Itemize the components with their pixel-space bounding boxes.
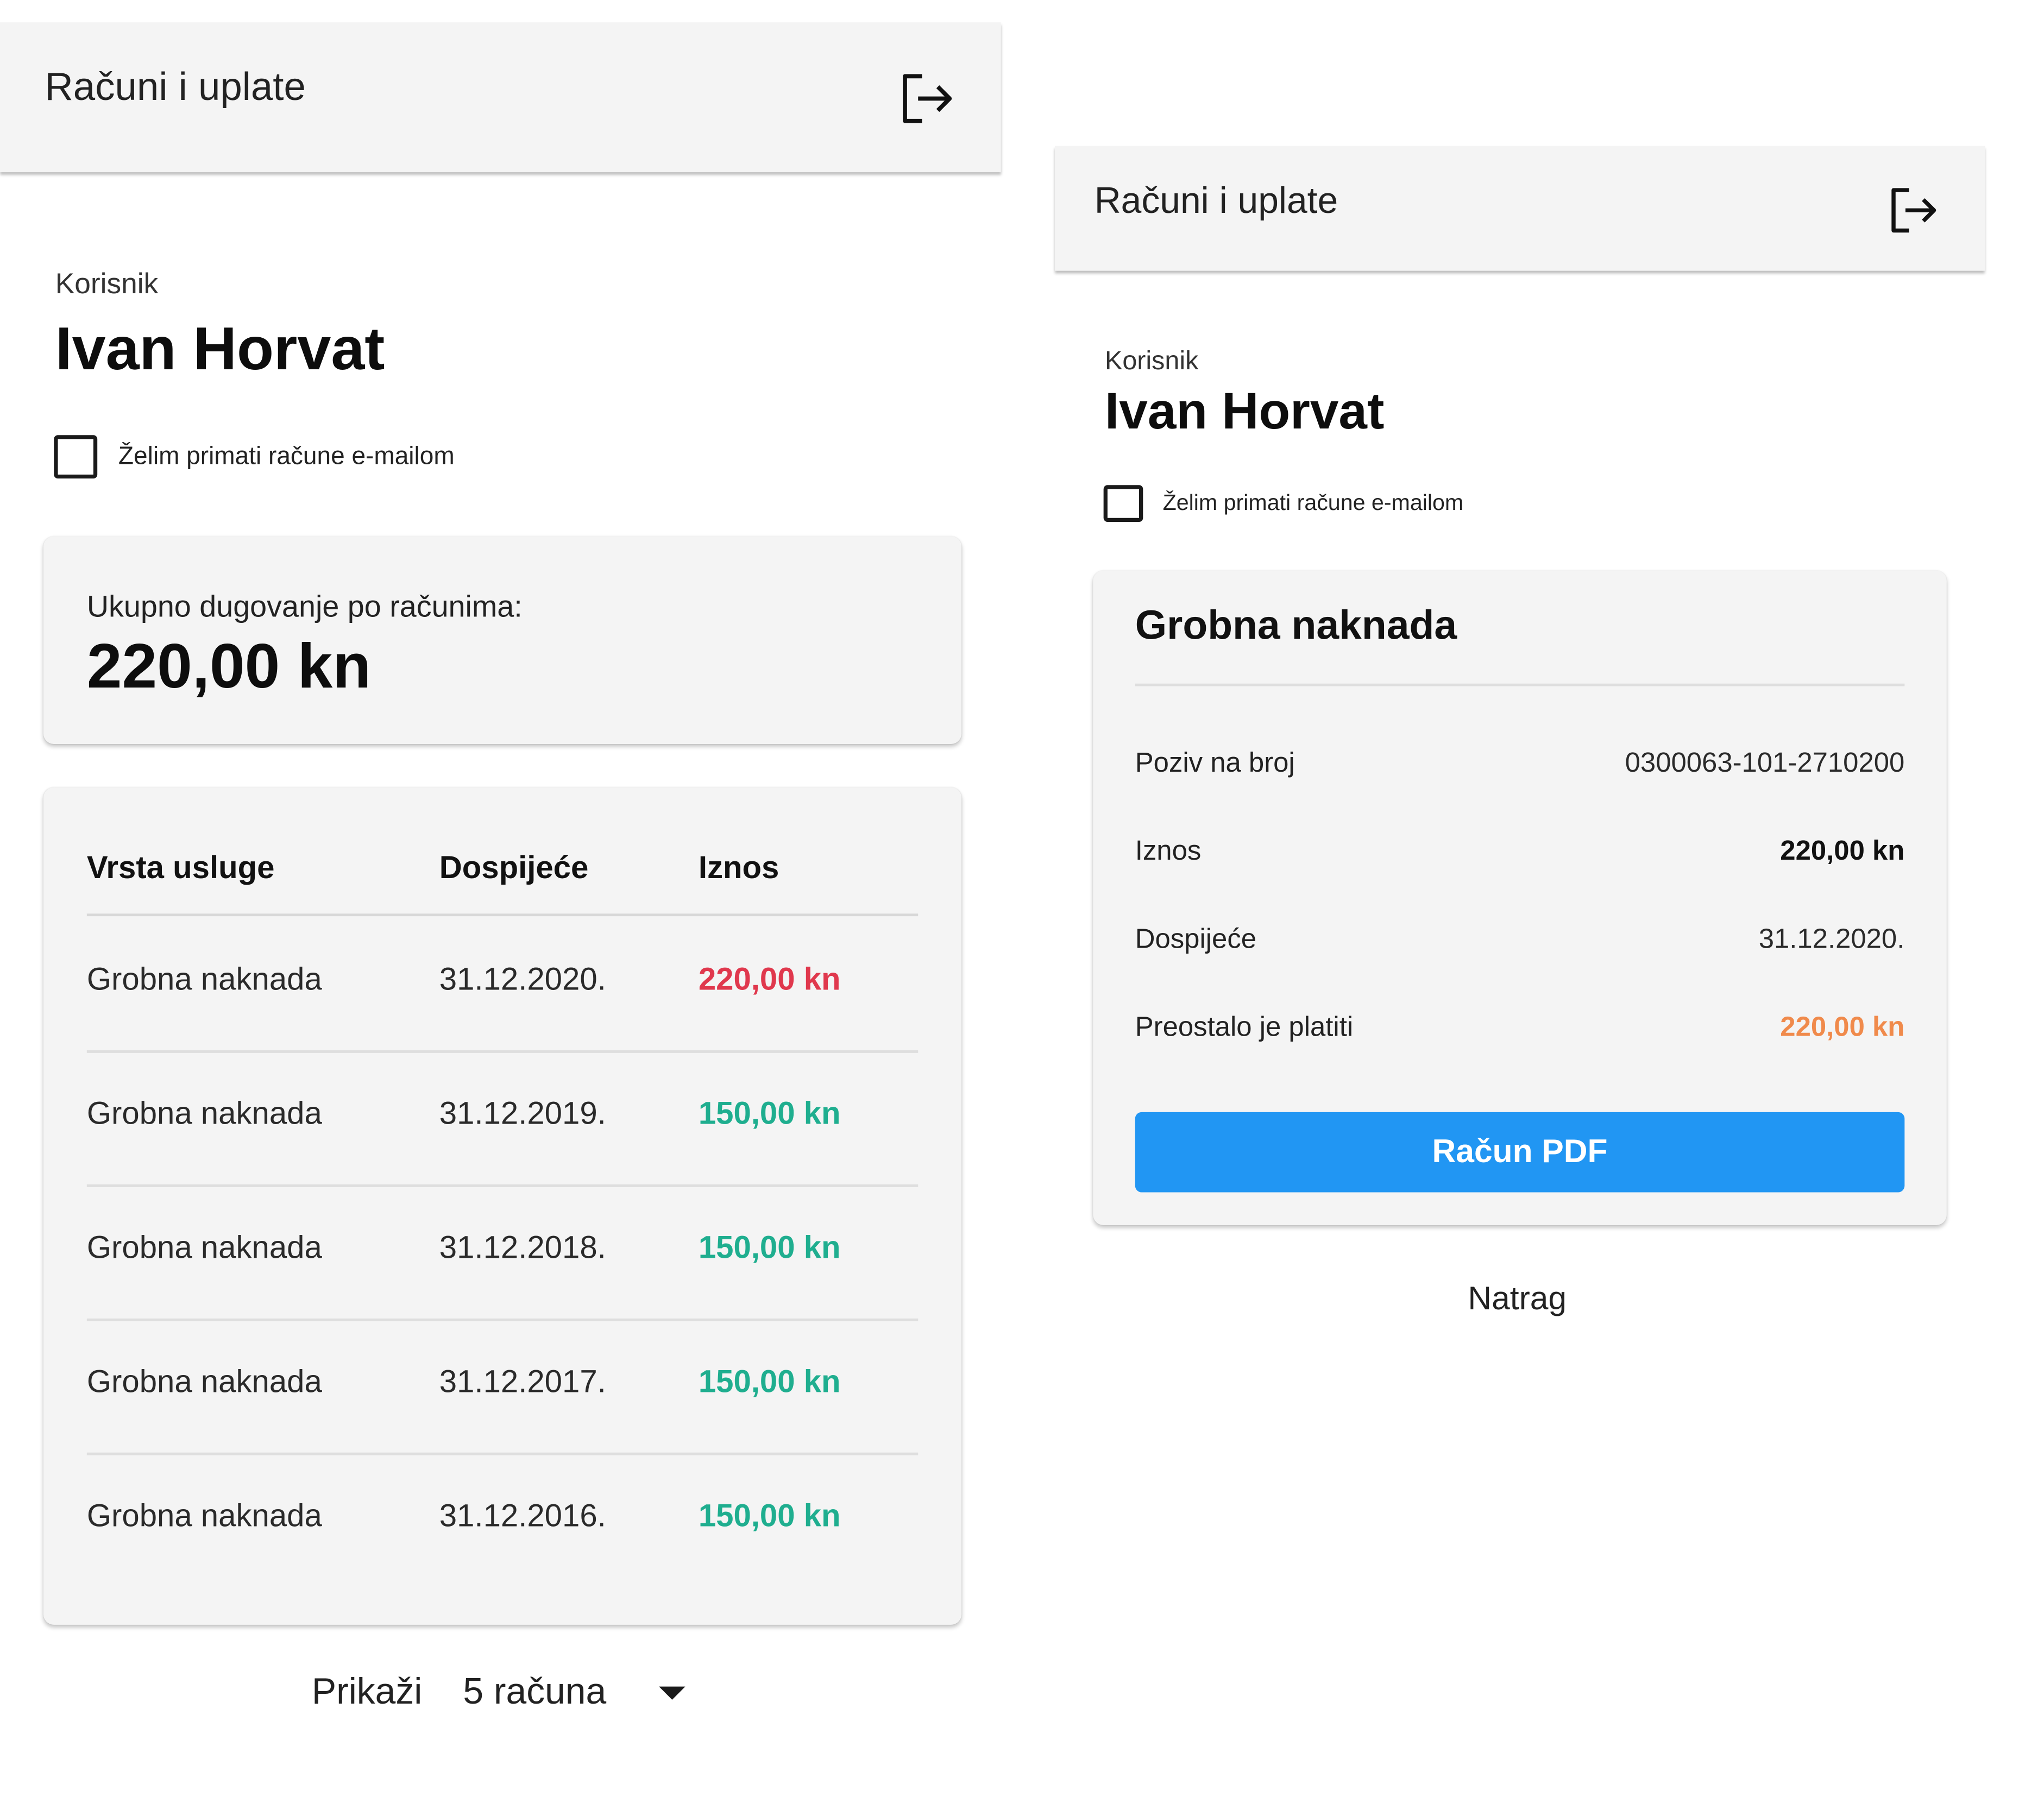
email-opt-in[interactable]: Želim primati račune e-mailom (54, 435, 455, 479)
bill-due-date: 31.12.2017. (439, 1364, 606, 1400)
logout-icon[interactable] (900, 71, 955, 127)
bill-detail-card: Grobna naknada Poziv na broj 0300063-101… (1093, 570, 1947, 1225)
detail-value: 220,00 kn (1780, 1012, 1905, 1043)
bill-amount: 150,00 kn (698, 1096, 841, 1132)
column-header-service: Vrsta usluge (86, 850, 275, 886)
detail-row-remaining: Preostalo je platiti 220,00 kn (1135, 1012, 1905, 1052)
bill-row[interactable]: Grobna naknada 31.12.2016. 150,00 kn (87, 1453, 918, 1587)
bill-detail-divider (1135, 683, 1905, 686)
total-debt-amount: 220,00 kn (86, 632, 372, 702)
show-count-label: Prikaži (311, 1670, 423, 1712)
bill-amount: 150,00 kn (698, 1230, 841, 1266)
bill-service: Grobna naknada (86, 1498, 322, 1534)
back-link[interactable]: Natrag (1468, 1281, 1567, 1319)
bill-due-date: 31.12.2016. (439, 1498, 606, 1534)
bills-table-card: Vrsta usluge Dospijeće Iznos Grobna nakn… (43, 787, 962, 1625)
bill-service: Grobna naknada (86, 1230, 322, 1266)
total-debt-label: Ukupno dugovanje po računima: (86, 589, 523, 623)
bill-row[interactable]: Grobna naknada 31.12.2019. 150,00 kn (86, 1050, 919, 1187)
bill-row[interactable]: Grobna naknada 31.12.2017. 150,00 kn (86, 1319, 919, 1455)
bill-row[interactable]: Grobna naknada 31.12.2020. 220,00 kn (86, 916, 919, 1053)
detail-value: 31.12.2020. (1758, 924, 1905, 955)
detail-row-due-date: Dospijeće 31.12.2020. (1135, 924, 1905, 964)
total-debt-card: Ukupno dugovanje po računima: 220,00 kn (43, 536, 962, 745)
app-bar: Računi i uplate (1055, 146, 1985, 271)
detail-value: 220,00 kn (1780, 836, 1905, 867)
bill-detail-title: Grobna naknada (1135, 602, 1457, 648)
user-caption: Korisnik (1105, 347, 1199, 376)
bill-due-date: 31.12.2018. (439, 1230, 606, 1266)
bill-due-date: 31.12.2020. (439, 962, 606, 998)
bills-table-header: Vrsta usluge Dospijeće Iznos (86, 840, 919, 917)
user-name: Ivan Horvat (55, 314, 385, 383)
detail-row-reference: Poziv na broj 0300063-101-2710200 (1135, 748, 1905, 787)
bill-detail-screen: Računi i uplate Korisnik Ivan Horvat Žel… (1055, 0, 1986, 1797)
column-header-amount: Iznos (698, 850, 779, 886)
detail-label: Poziv na broj (1135, 748, 1295, 778)
detail-label: Dospijeće (1135, 924, 1257, 955)
bill-pdf-button[interactable]: Račun PDF (1135, 1112, 1905, 1193)
email-opt-in-checkbox[interactable] (54, 435, 98, 479)
email-opt-in[interactable]: Želim primati račune e-mailom (1103, 485, 1464, 522)
detail-label: Preostalo je platiti (1135, 1012, 1354, 1043)
detail-label: Iznos (1135, 836, 1202, 867)
page-size-select[interactable]: 5 računa (463, 1671, 685, 1713)
email-opt-in-label: Želim primati račune e-mailom (118, 442, 455, 470)
app-title: Računi i uplate (1094, 180, 1338, 221)
bill-amount: 150,00 kn (698, 1498, 841, 1534)
column-header-due: Dospijeće (439, 850, 589, 886)
detail-row-amount: Iznos 220,00 kn (1135, 836, 1905, 876)
user-caption: Korisnik (55, 267, 159, 300)
bill-amount: 220,00 kn (698, 962, 841, 998)
detail-value: 0300063-101-2710200 (1625, 748, 1905, 778)
email-opt-in-label: Želim primati račune e-mailom (1162, 490, 1464, 515)
app-bar: Računi i uplate (0, 22, 1001, 173)
logout-icon[interactable] (1889, 185, 1939, 235)
caret-down-icon[interactable] (659, 1686, 685, 1700)
bill-row[interactable]: Grobna naknada 31.12.2018. 150,00 kn (86, 1184, 919, 1321)
page-size-value: 5 računa (463, 1670, 607, 1712)
user-name: Ivan Horvat (1105, 383, 1385, 440)
bill-service: Grobna naknada (86, 1364, 322, 1400)
bill-amount: 150,00 kn (698, 1364, 841, 1400)
bill-due-date: 31.12.2019. (439, 1096, 606, 1132)
bill-service: Grobna naknada (86, 962, 322, 998)
app-title: Računi i uplate (45, 66, 306, 109)
email-opt-in-checkbox[interactable] (1103, 485, 1143, 522)
bills-list-screen: Računi i uplate Korisnik Ivan Horvat Žel… (0, 0, 1013, 1797)
bill-service: Grobna naknada (86, 1096, 322, 1132)
